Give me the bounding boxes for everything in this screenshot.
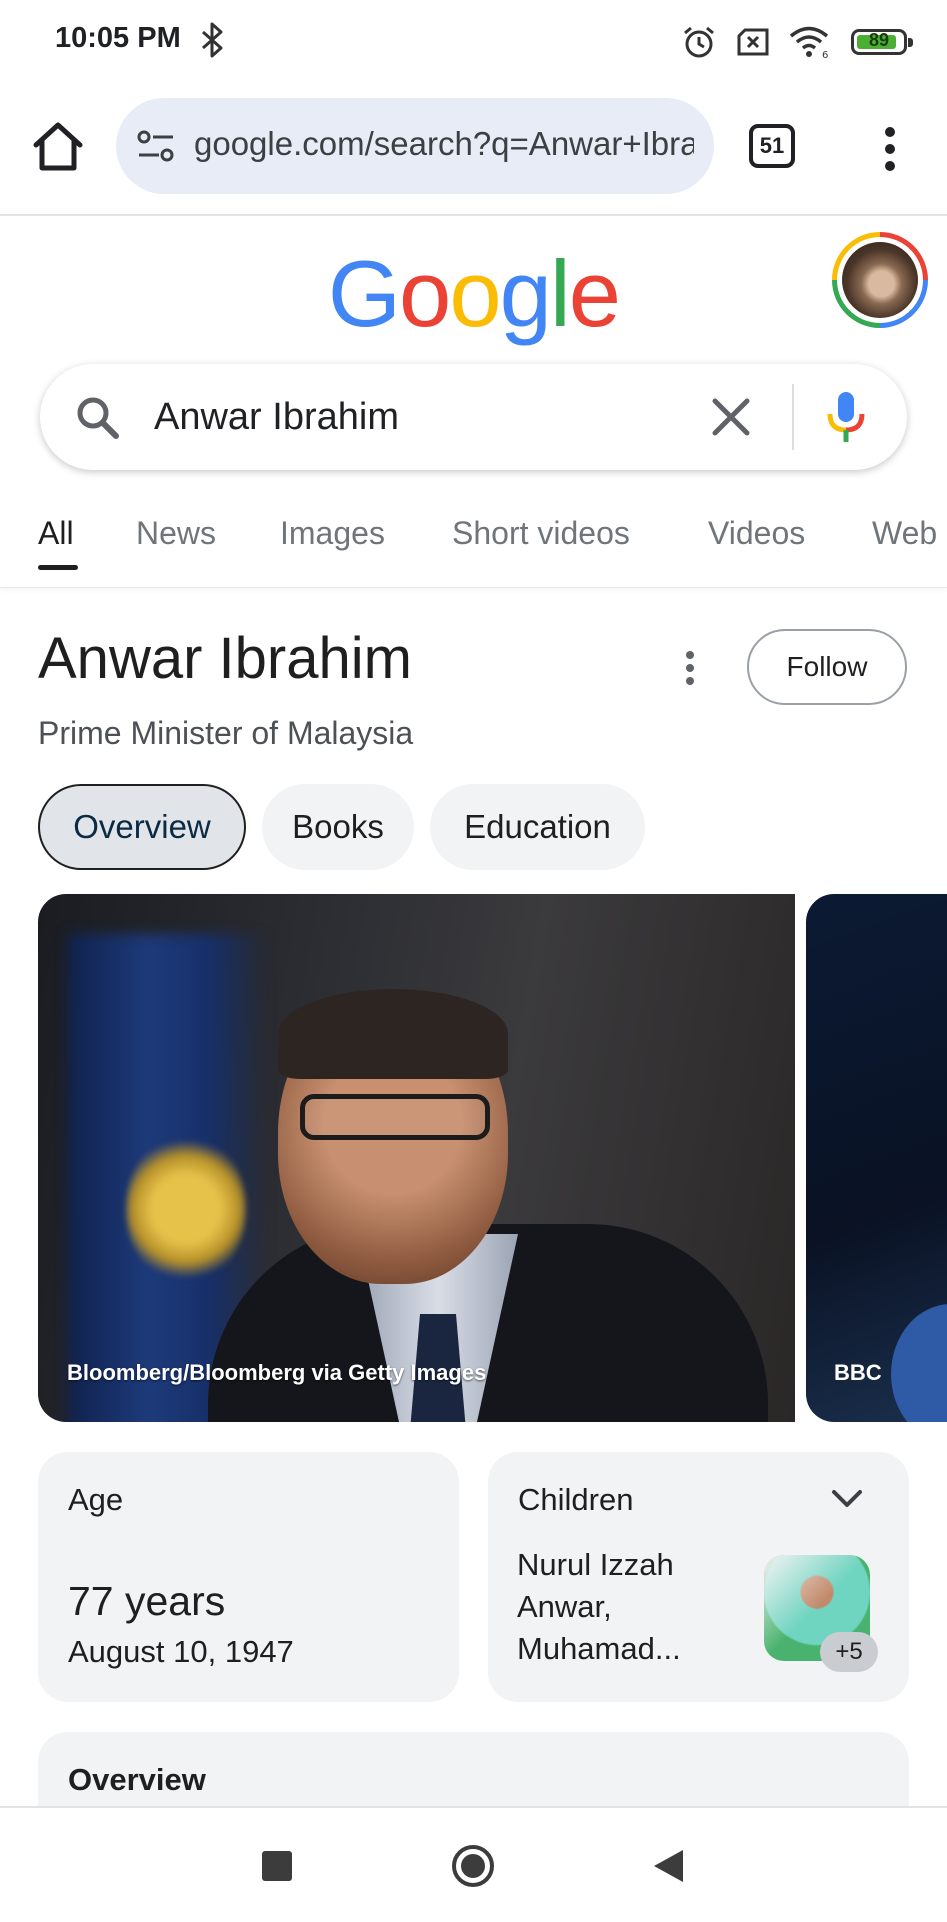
logo-letter: o (399, 241, 451, 346)
more-options-icon[interactable] (870, 124, 910, 174)
bluetooth-icon (202, 22, 223, 58)
google-logo[interactable]: Google (0, 240, 947, 348)
photo-hair (278, 989, 508, 1079)
battery-nub (908, 38, 913, 47)
search-icon[interactable] (74, 394, 120, 440)
logo-letter: l (549, 241, 571, 346)
wifi-icon: 6 (789, 26, 828, 59)
photo-shirt (891, 1304, 947, 1422)
address-bar[interactable]: google.com/search?q=Anwar+Ibrahim (116, 98, 714, 194)
birth-date: August 10, 1947 (68, 1634, 294, 1669)
logo-letter: o (449, 241, 501, 346)
more-count-badge: +5 (820, 1632, 878, 1672)
children-card[interactable]: Children Nurul Izzah Anwar, Muhamad... +… (488, 1452, 909, 1702)
search-filter-tabs: All News Images Short videos Videos Web (0, 505, 947, 588)
battery-percent: 89 (868, 30, 890, 50)
tab-short-videos[interactable]: Short videos (452, 515, 630, 552)
back-icon[interactable] (651, 1848, 685, 1884)
chip-education[interactable]: Education (430, 784, 645, 870)
tab-videos[interactable]: Videos (708, 515, 805, 552)
browser-toolbar: google.com/search?q=Anwar+Ibrahim 51 (0, 84, 947, 216)
home-button-icon[interactable] (451, 1844, 495, 1888)
active-tab-indicator (38, 565, 78, 570)
status-time: 10:05 PM (55, 22, 181, 54)
flag-emblem (126, 1134, 246, 1284)
tab-all[interactable]: All (38, 515, 74, 552)
status-bar: 10:05 PM 6 89 (0, 0, 947, 84)
status-icons: 6 89 (681, 22, 913, 62)
search-divider (792, 384, 794, 450)
search-box[interactable]: Anwar Ibrahim (40, 364, 907, 470)
photo-credit: BBC (834, 1360, 882, 1385)
home-icon[interactable] (30, 118, 86, 174)
overview-heading: Overview (68, 1762, 206, 1797)
logo-letter: e (568, 241, 621, 346)
age-card[interactable]: Age 77 years August 10, 1947 (38, 1452, 459, 1702)
site-settings-icon[interactable] (136, 128, 176, 164)
chip-overview[interactable]: Overview (38, 784, 246, 870)
logo-letter: g (499, 241, 552, 346)
battery-icon: 89 (851, 29, 913, 55)
page-title: Anwar Ibrahim (38, 626, 412, 691)
chip-books[interactable]: Books (262, 784, 414, 870)
children-label: Children (518, 1482, 634, 1517)
no-sim-icon (737, 28, 769, 56)
chevron-down-icon[interactable] (830, 1488, 864, 1510)
follow-button[interactable]: Follow (747, 629, 907, 705)
search-input[interactable]: Anwar Ibrahim (154, 396, 399, 439)
close-icon[interactable] (710, 396, 752, 438)
photo-credit: Bloomberg/Bloomberg via Getty Images (67, 1360, 487, 1385)
microphone-icon[interactable] (826, 390, 866, 444)
entity-photo-secondary[interactable]: BBC (806, 894, 947, 1422)
more-options-icon[interactable] (680, 648, 700, 688)
recent-apps-button[interactable] (262, 1851, 292, 1881)
system-nav-bar (0, 1806, 947, 1922)
url-text[interactable]: google.com/search?q=Anwar+Ibrahim (194, 125, 694, 163)
photo-glasses (300, 1094, 490, 1140)
avatar[interactable] (832, 232, 928, 328)
age-value: 77 years (68, 1578, 226, 1624)
tab-images[interactable]: Images (280, 515, 385, 552)
tab-news[interactable]: News (136, 515, 216, 552)
entity-subtitle: Prime Minister of Malaysia (38, 715, 414, 751)
alarm-icon (684, 26, 714, 58)
children-names: Nurul Izzah Anwar, Muhamad... (517, 1547, 681, 1666)
logo-letter: G (327, 241, 401, 346)
entity-photo[interactable]: Bloomberg/Bloomberg via Getty Images (38, 894, 795, 1422)
age-label: Age (68, 1482, 124, 1517)
tab-switcher-button[interactable]: 51 (749, 124, 795, 168)
svg-text:6: 6 (822, 50, 828, 59)
avatar-photo (842, 242, 918, 318)
tab-web[interactable]: Web (872, 515, 937, 552)
